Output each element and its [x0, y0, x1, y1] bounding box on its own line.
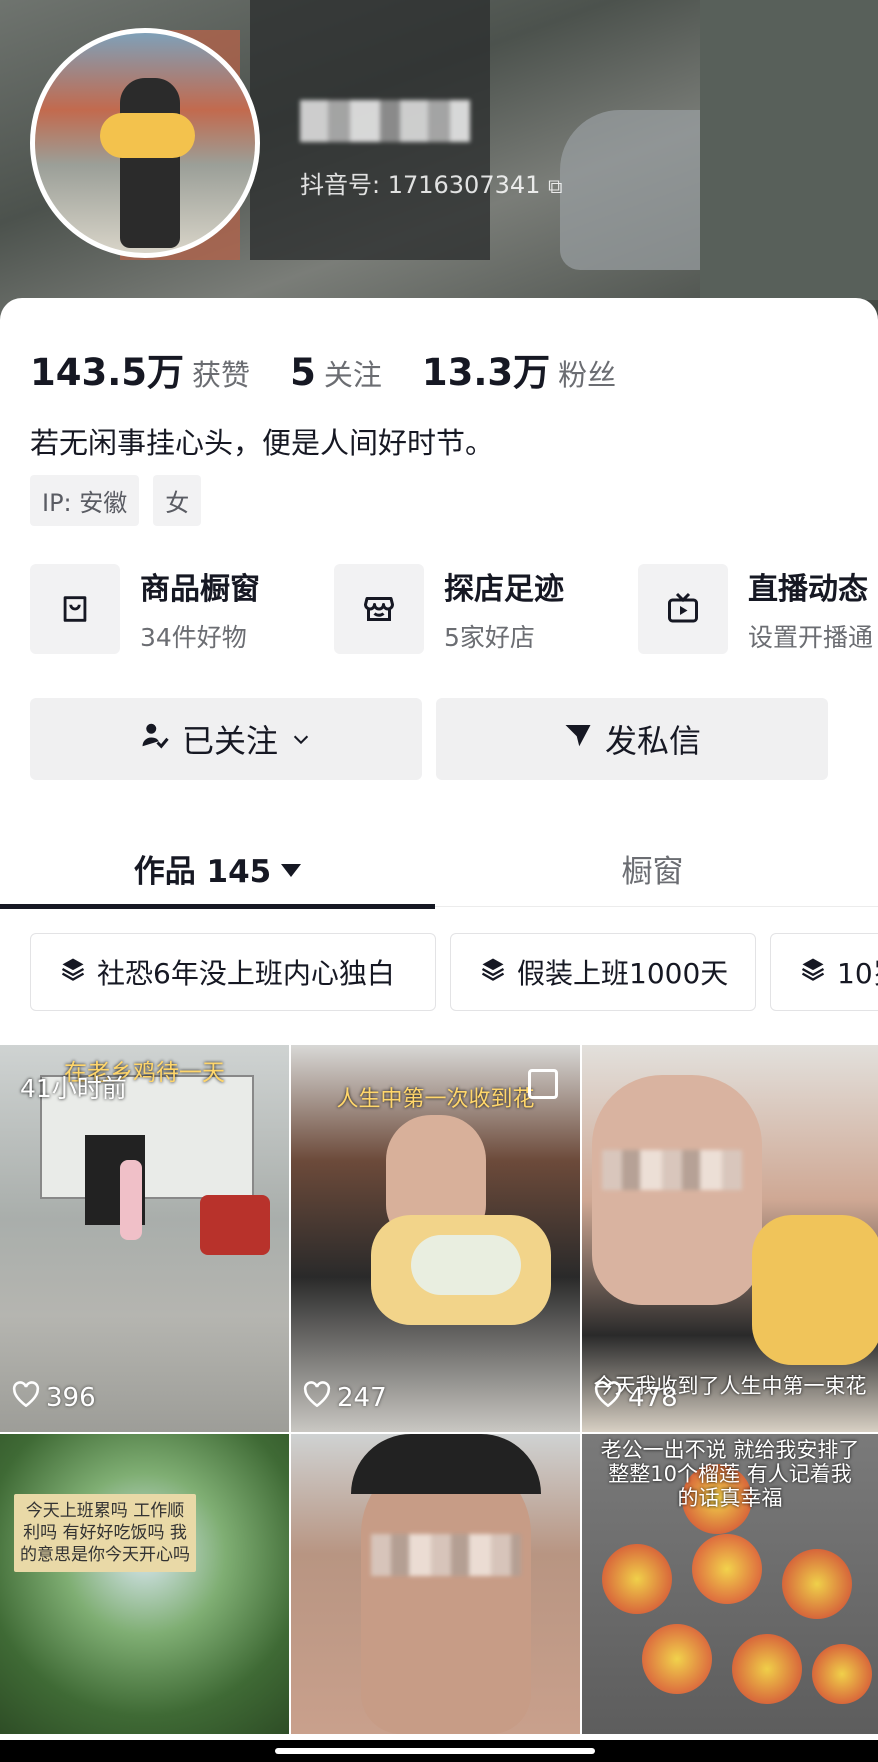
likes-label: 获赞	[192, 358, 251, 392]
profile-stats: 143.5万 获赞 5 关注 13.3万 粉丝	[30, 342, 656, 396]
layers-icon	[799, 955, 827, 990]
service-store-visits[interactable]: 探店足迹 5家好店	[334, 563, 564, 655]
video-likes: 478	[594, 1381, 678, 1414]
followers-count[interactable]: 13.3万	[422, 342, 550, 396]
video-tile[interactable]: 在老乡鸡待一天 41小时前 396	[0, 1045, 289, 1432]
header-tree	[700, 0, 878, 300]
video-tile[interactable]: 今天上班累吗 工作顺利吗 有好好吃饭吗 我的意思是你今天开心吗	[0, 1434, 289, 1734]
ip-location-tag: IP: 安徽	[30, 475, 140, 526]
collection-chip[interactable]: 10岁	[770, 933, 878, 1011]
service-title: 直播动态	[748, 572, 868, 607]
profile-header-background: 抖音号: 1716307341 ⧉	[0, 0, 878, 320]
profile-bio: 若无闲事挂心头，便是人间好时节。	[30, 426, 495, 460]
heart-icon	[594, 1381, 622, 1414]
service-subtitle: 34件好物	[140, 623, 247, 652]
likes-count[interactable]: 143.5万	[30, 342, 184, 396]
copy-icon[interactable]: ⧉	[548, 174, 562, 198]
video-likes: 247	[303, 1381, 387, 1414]
system-bottom-bar	[0, 1740, 878, 1762]
face-blur	[371, 1534, 521, 1576]
send-icon	[563, 720, 593, 758]
video-tile[interactable]: 今天我收到了人生中第一束花 478	[582, 1045, 878, 1432]
heart-icon	[303, 1381, 331, 1414]
tv-icon	[638, 564, 728, 654]
username-blurred	[300, 100, 470, 142]
send-message-button[interactable]: 发私信	[436, 698, 828, 780]
chevron-down-icon	[290, 720, 312, 758]
layers-icon	[59, 955, 87, 990]
followed-button[interactable]: 已关注	[30, 698, 422, 780]
face-blur	[602, 1150, 742, 1190]
active-tab-indicator	[0, 904, 435, 909]
service-title: 商品橱窗	[140, 572, 260, 607]
service-subtitle: 5家好店	[444, 623, 535, 652]
service-title: 探店足迹	[444, 572, 564, 607]
heart-icon	[12, 1381, 40, 1414]
video-tile[interactable]: 人生中第一次收到花 247	[291, 1045, 580, 1432]
video-tile[interactable]	[291, 1434, 580, 1734]
services-row: 商品橱窗 34件好物 探店足迹 5家好店 直播动态 设置开播通	[30, 563, 878, 658]
collection-chip[interactable]: 社恐6年没上班内心独白	[30, 933, 436, 1011]
tab-works-label: 作品 145	[133, 853, 272, 890]
video-note-text: 今天上班累吗 工作顺利吗 有好好吃饭吗 我的意思是你今天开心吗	[14, 1494, 196, 1572]
video-time: 41小时前	[20, 1074, 127, 1103]
followed-label: 已关注	[181, 722, 278, 760]
user-check-icon	[140, 720, 170, 758]
douyin-id[interactable]: 抖音号: 1716307341 ⧉	[300, 165, 562, 200]
video-tile[interactable]: 老公一出不说 就给我安排了整整10个榴莲 有人记着我的话真幸福	[582, 1434, 878, 1734]
collections-row: 社恐6年没上班内心独白 假装上班1000天 10岁	[30, 933, 878, 1015]
multi-image-icon	[528, 1069, 558, 1099]
tab-showcase[interactable]: 橱窗	[435, 830, 870, 906]
tab-showcase-label: 橱窗	[621, 853, 684, 890]
caret-down-icon	[281, 850, 302, 886]
collection-chip[interactable]: 假装上班1000天	[450, 933, 756, 1011]
gender-tag: 女	[153, 475, 202, 526]
shopping-bag-icon	[30, 564, 120, 654]
followers-label: 粉丝	[558, 358, 617, 392]
following-count[interactable]: 5	[290, 351, 316, 394]
following-label: 关注	[323, 358, 382, 392]
service-live-updates[interactable]: 直播动态 设置开播通	[638, 563, 873, 655]
content-tabs: 作品 145 橱窗	[0, 830, 878, 909]
send-message-label: 发私信	[604, 722, 701, 760]
layers-icon	[479, 955, 507, 990]
profile-tags: IP: 安徽 女	[30, 475, 202, 526]
avatar[interactable]	[30, 28, 260, 258]
profile-actions: 已关注 发私信	[30, 698, 828, 780]
home-indicator[interactable]	[275, 1748, 595, 1754]
video-caption: 老公一出不说 就给我安排了整整10个榴莲 有人记着我的话真幸福	[600, 1438, 860, 1510]
service-shop-window[interactable]: 商品橱窗 34件好物	[30, 563, 260, 655]
store-icon	[334, 564, 424, 654]
tab-works[interactable]: 作品 145	[0, 830, 435, 909]
service-subtitle: 设置开播通	[748, 623, 874, 652]
video-likes: 396	[12, 1381, 96, 1414]
